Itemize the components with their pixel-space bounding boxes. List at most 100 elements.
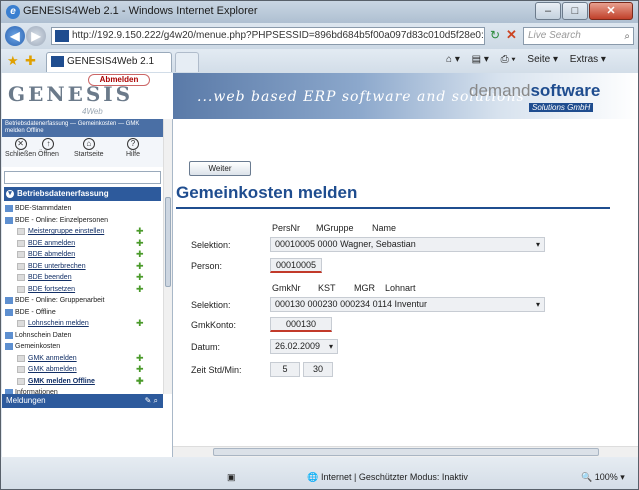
- search-icon[interactable]: ⌕: [624, 29, 630, 45]
- menu-tree: BDE-Stammdaten BDE - Online: Einzelperson…: [4, 203, 161, 394]
- sidebar-search-input[interactable]: [4, 171, 161, 184]
- close-button[interactable]: ✕: [589, 2, 633, 20]
- folder-icon: [5, 216, 13, 224]
- horizontal-scrollbar[interactable]: [173, 446, 638, 457]
- title-bar: e GENESIS4Web 2.1 - Windows Internet Exp…: [1, 1, 638, 23]
- help-tool[interactable]: ? Hilfe: [126, 138, 140, 158]
- tree-item[interactable]: Lohnschein Daten: [4, 330, 161, 342]
- zeit-min-input[interactable]: 30: [303, 362, 333, 377]
- abmelden-button[interactable]: Abmelden: [88, 74, 150, 86]
- tree-item[interactable]: BDE beenden ✚: [4, 272, 161, 284]
- run-icon[interactable]: ✚: [136, 318, 144, 329]
- tree-item[interactable]: BDE-Stammdaten: [4, 203, 161, 215]
- tree-item[interactable]: Meistergruppe einstellen ✚: [4, 226, 161, 238]
- page-icon: [17, 274, 25, 281]
- tree-item[interactable]: Gemeinkosten: [4, 341, 161, 353]
- tree-item[interactable]: GMK abmelden ✚: [4, 364, 161, 376]
- gmkkonto-label: GmkKonto:: [191, 320, 237, 330]
- page-menu[interactable]: Seite ▾: [527, 54, 558, 65]
- run-icon[interactable]: ✚: [136, 364, 144, 375]
- gmkkonto-input[interactable]: 000130: [270, 317, 332, 332]
- run-icon[interactable]: ✚: [136, 261, 144, 272]
- gmk-select[interactable]: 000130 000230 000234 0114 Inventur ▾: [270, 297, 545, 312]
- zeit-label: Zeit Std/Min:: [191, 365, 242, 375]
- ie-icon: e: [6, 5, 20, 19]
- favorites-star-icon[interactable]: ★: [7, 53, 19, 69]
- tree-item-label: BDE fortsetzen: [28, 285, 76, 293]
- home-icon[interactable]: ⌂ ▾: [446, 54, 460, 65]
- run-icon[interactable]: ✚: [136, 249, 144, 260]
- zoom-level[interactable]: 🔍 100% ▾: [581, 472, 625, 483]
- tree-item-label: BDE anmelden: [28, 239, 76, 247]
- stop-icon[interactable]: ✕: [506, 27, 517, 43]
- brand-logo: demandsoftware: [469, 81, 601, 100]
- feeds-icon[interactable]: ▤ ▾: [472, 54, 489, 65]
- main-panel: Weiter Gemeinkosten melden PersNr MGrupp…: [173, 119, 638, 453]
- datum-select[interactable]: 26.02.2009 ▾: [270, 339, 338, 354]
- tab-label: GENESIS4Web 2.1: [67, 56, 155, 67]
- tree-item-label: BDE - Offline: [15, 308, 56, 316]
- horizontal-scroll-thumb[interactable]: [213, 448, 599, 456]
- tree-item[interactable]: BDE fortsetzen ✚: [4, 284, 161, 296]
- sidebar-scroll-thumb[interactable]: [165, 197, 171, 287]
- header-banner: ...web based ERP software and solutions …: [173, 73, 638, 119]
- run-icon[interactable]: ✚: [136, 284, 144, 295]
- tree-item-label: Lohnschein melden: [28, 320, 89, 327]
- add-favorites-icon[interactable]: ✚: [25, 53, 36, 69]
- back-button[interactable]: ◀: [5, 26, 25, 46]
- folder-icon: [5, 205, 13, 212]
- tree-item[interactable]: BDE - Online: Einzelpersonen: [4, 215, 161, 227]
- sidebar-scrollbar[interactable]: [163, 119, 172, 394]
- tools-menu[interactable]: Extras ▾: [570, 54, 606, 65]
- close-tool[interactable]: ✕ Schließen: [5, 138, 36, 158]
- collapse-icon: ▾: [6, 190, 14, 198]
- run-icon[interactable]: ✚: [136, 376, 144, 387]
- tree-item-label: BDE abmelden: [28, 251, 76, 258]
- meldungen-header[interactable]: Meldungen ✎ ⌕: [2, 394, 163, 408]
- page-icon: [17, 354, 25, 362]
- tree-item[interactable]: BDE abmelden ✚: [4, 249, 161, 261]
- print-icon[interactable]: ⎙ ▾: [501, 54, 516, 65]
- new-tab-button[interactable]: [175, 52, 199, 72]
- address-bar[interactable]: http://192.9.150.222/g4w20/menue.php?PHP…: [51, 27, 485, 45]
- zeit-std-input[interactable]: 5: [270, 362, 300, 377]
- minimize-button[interactable]: –: [535, 2, 561, 20]
- tree-item-label: Gemeinkosten: [15, 343, 61, 350]
- maximize-button[interactable]: □: [562, 2, 588, 20]
- run-icon[interactable]: ✚: [136, 238, 144, 249]
- tree-item[interactable]: Lohnschein melden ✚: [4, 318, 161, 330]
- tree-item[interactable]: BDE - Online: Gruppenarbeit: [4, 295, 161, 307]
- title-divider: [176, 207, 610, 209]
- search-placeholder: Live Search: [528, 30, 581, 41]
- category-header[interactable]: ▾ Betriebsdatenerfassung: [4, 187, 161, 201]
- refresh-icon[interactable]: ↻: [490, 28, 500, 42]
- weiter-button[interactable]: Weiter: [189, 161, 251, 176]
- tree-item[interactable]: BDE anmelden ✚: [4, 238, 161, 250]
- person-input[interactable]: 00010005: [270, 258, 322, 273]
- tab-row: ★ ✚ GENESIS4Web 2.1 ⌂ ▾ ▤ ▾ ⎙ ▾ Seite ▾ …: [1, 49, 638, 73]
- tree-item[interactable]: Informationen: [4, 387, 161, 394]
- tree-item[interactable]: BDE unterbrechen ✚: [4, 261, 161, 273]
- meldungen-panel: [2, 408, 163, 457]
- sidebar-breadcrumb: Betriebsdatenerfassung — Gemeinkosten — …: [2, 119, 163, 137]
- run-icon[interactable]: ✚: [136, 272, 144, 283]
- person-select[interactable]: 00010005 0000 Wagner, Sebastian ▾: [270, 237, 545, 252]
- home-tool[interactable]: ⌂ Startseite: [74, 138, 104, 158]
- forward-button[interactable]: ▶: [26, 26, 46, 46]
- tree-item[interactable]: BDE - Offline: [4, 307, 161, 319]
- run-icon[interactable]: ✚: [136, 226, 144, 237]
- open-tool[interactable]: ↑ Öffnen: [38, 138, 59, 158]
- search-input[interactable]: Live Search ⌕: [523, 27, 634, 45]
- tree-item-label: GMK melden Offline: [28, 377, 95, 385]
- tree-item[interactable]: GMK anmelden ✚: [4, 353, 161, 365]
- dropdown-arrow-icon: ▾: [328, 342, 333, 351]
- genesis-logo: GENESIS 4Web Abmelden: [2, 73, 173, 119]
- run-icon[interactable]: ✚: [136, 353, 144, 364]
- page-title: Gemeinkosten melden: [176, 183, 358, 202]
- tab-genesis[interactable]: GENESIS4Web 2.1: [46, 52, 172, 72]
- folder-icon: [5, 308, 13, 316]
- col-name: Name: [372, 223, 397, 233]
- col-gmknr: GmkNr: [272, 283, 301, 293]
- col-mgruppe: MGruppe: [316, 223, 354, 233]
- tree-item[interactable]: GMK melden Offline ✚: [4, 376, 161, 388]
